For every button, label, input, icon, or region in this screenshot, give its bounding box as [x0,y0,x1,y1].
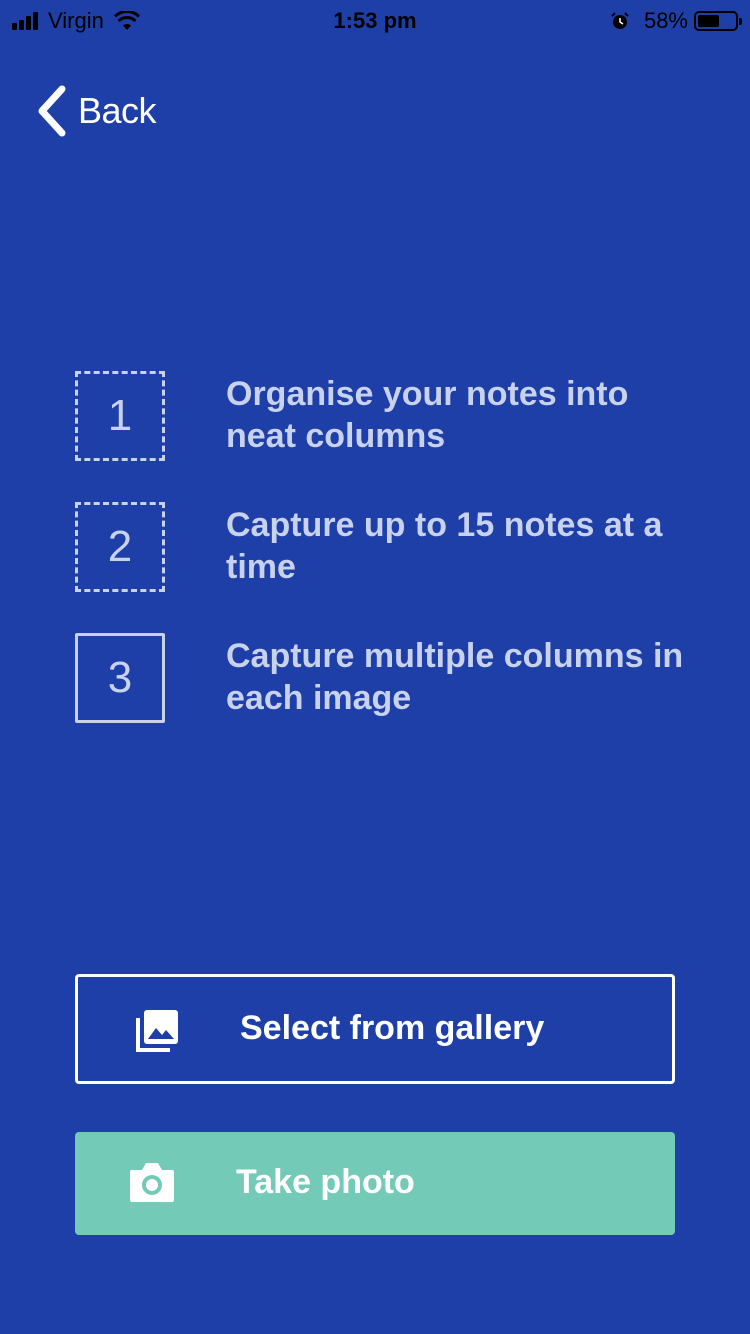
gallery-icon [136,1010,178,1052]
battery-icon [694,11,742,31]
take-photo-button[interactable]: Take photo [75,1132,675,1235]
step-text: Capture multiple columns in each image [226,637,684,717]
step-number-box: 2 [75,502,165,592]
step-number-box: 3 [75,633,165,723]
battery-nub [739,18,742,25]
chevron-left-icon [38,85,66,137]
battery-fill [698,15,719,27]
battery-percent: 58% [643,8,688,33]
step-item: 3 Capture multiple columns in each image [75,633,695,764]
gallery-label: Select from gallery [240,1009,545,1047]
capture-screen: Virgin 1:53 pm 58% Back 1 Organise your … [0,0,750,1334]
steps-list: 1 Organise your notes into neat columns … [75,371,695,764]
status-bar: Virgin 1:53 pm 58% [0,0,750,40]
step-text: Capture up to 15 notes at a time [226,506,663,586]
back-button[interactable]: Back [36,84,157,138]
step-number-box: 1 [75,371,165,461]
camera-icon [130,1163,174,1202]
back-label: Back [78,90,157,131]
status-right: 58% [610,8,742,34]
step-item: 1 Organise your notes into neat columns [75,371,695,502]
take-photo-label: Take photo [236,1163,415,1201]
alarm-icon [611,12,629,29]
step-number: 1 [107,391,133,440]
step-number: 3 [107,653,133,702]
select-from-gallery-button[interactable]: Select from gallery [75,974,675,1084]
step-item: 2 Capture up to 15 notes at a time [75,502,695,633]
step-text: Organise your notes into neat columns [226,375,629,455]
step-number: 2 [107,522,133,571]
